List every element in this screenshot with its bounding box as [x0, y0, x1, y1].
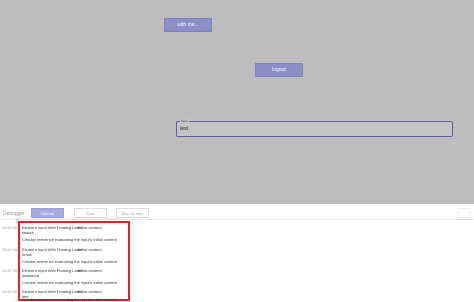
- floating-label-input[interactable]: input test: [176, 119, 453, 137]
- log-entry: Circular reference evaluating the input'…: [22, 259, 128, 264]
- log-type: Initial content: [78, 225, 102, 230]
- normal-mode-button[interactable]: Normal: [31, 208, 64, 218]
- log-message: Circular reference evaluating the input'…: [22, 297, 117, 302]
- log-type: Initial content: [78, 247, 102, 252]
- toolbar-corner-control[interactable]: [458, 208, 470, 218]
- debugger-label: Debugger: [3, 211, 25, 217]
- log-entry: Element Input With Floating Label email …: [22, 247, 128, 257]
- with-me-button[interactable]: with me...: [164, 18, 212, 32]
- log-timestamp: 15:47:45: [2, 225, 18, 230]
- log-message: Circular reference evaluating the input'…: [22, 237, 117, 242]
- log-detail: search: [22, 230, 35, 235]
- log-entry: Circular reference evaluating the input'…: [22, 237, 128, 242]
- input-value: test: [180, 126, 189, 132]
- app-stage: with me... logout input test: [0, 0, 474, 204]
- log-detail: password: [22, 273, 40, 278]
- log-detail: email: [22, 252, 32, 257]
- log-entry: Circular reference evaluating the input'…: [22, 280, 128, 285]
- log-timestamp: 15:47:45: [2, 289, 18, 294]
- log-entry: Element Input With Floating Label passwo…: [22, 268, 128, 278]
- debugger-toolbar: Debugger Normal Slow Step by step: [0, 207, 474, 220]
- logout-button[interactable]: logout: [255, 63, 303, 77]
- floating-label: input: [180, 119, 189, 123]
- log-entry: Circular reference evaluating the input'…: [22, 297, 128, 302]
- log-message: Circular reference evaluating the input'…: [22, 280, 117, 285]
- slow-mode-button[interactable]: Slow: [74, 208, 107, 218]
- log-entry: Element Input With Floating Label search…: [22, 225, 128, 235]
- log-timestamp: 15:47:45: [2, 268, 18, 273]
- log-timestamp: 15:47:45: [2, 247, 18, 252]
- step-mode-button[interactable]: Step by step: [116, 208, 149, 218]
- log-type: Initial content: [78, 268, 102, 273]
- log-type: Initial content: [78, 289, 102, 294]
- debugger-panel: Debugger Normal Slow Step by step 15:47:…: [0, 204, 474, 302]
- log-message: Circular reference evaluating the input'…: [22, 259, 117, 264]
